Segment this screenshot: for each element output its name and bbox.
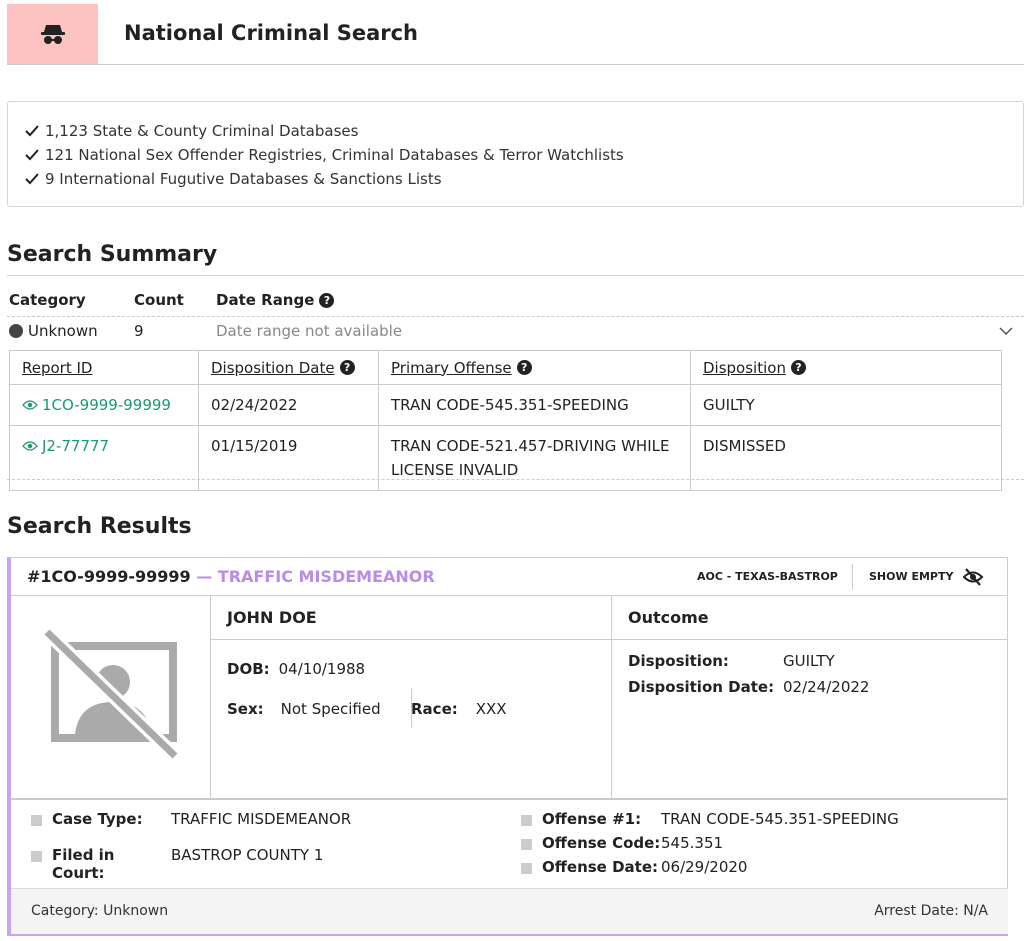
report-link[interactable]: 1CO-9999-99999 <box>22 393 186 417</box>
person-name: JOHN DOE <box>211 596 611 640</box>
chevron-down-icon[interactable] <box>999 326 1013 336</box>
category-label: Category: Unknown <box>31 903 169 919</box>
status-dot-icon <box>9 324 23 338</box>
card-header: #1CO-9999-99999 — TRAFFIC MISDEMEANOR AO… <box>11 558 1007 596</box>
bullet-icon <box>31 815 42 826</box>
section-title-summary: Search Summary <box>7 242 218 267</box>
column-header-report-id[interactable]: Report ID <box>9 350 199 385</box>
result-card: #1CO-9999-99999 — TRAFFIC MISDEMEANOR AO… <box>7 557 1008 936</box>
eye-slash-icon[interactable] <box>962 568 984 586</box>
help-icon[interactable]: ? <box>339 360 355 375</box>
eye-icon <box>22 400 38 410</box>
dob-field: DOB: 04/10/1988 <box>227 660 366 678</box>
column-header-disposition-date[interactable]: Disposition Date? <box>198 350 379 385</box>
disposition-date-field: Disposition Date: 02/24/2022 <box>628 678 870 696</box>
report-link[interactable]: J2-77777 <box>22 434 186 458</box>
column-header-primary-offense[interactable]: Primary Offense? <box>378 350 691 385</box>
bullet-icon <box>521 839 532 850</box>
summary-date-range: Date range not available <box>216 322 403 340</box>
table-header-row: Report ID Disposition Date? Primary Offe… <box>9 350 1002 385</box>
help-icon[interactable]: ? <box>790 360 806 375</box>
outcome-title: Outcome <box>612 596 1008 640</box>
incognito-icon <box>7 4 98 64</box>
bullet-icon <box>521 863 532 874</box>
reports-table: Report ID Disposition Date? Primary Offe… <box>9 350 1002 491</box>
source-label: AOC - TEXAS-BASTROP <box>697 570 838 583</box>
page-title: National Criminal Search <box>124 21 419 45</box>
checkmark-icon <box>25 149 39 161</box>
person-panel: JOHN DOE DOB: 04/10/1988 Sex: Not Specifie… <box>211 596 612 799</box>
cell-disposition: DISMISSED <box>690 425 1002 491</box>
divider <box>7 316 1024 317</box>
page-header: National Criminal Search <box>7 4 1024 65</box>
cell-offense: TRAN CODE-545.351-SPEEDING <box>378 384 691 426</box>
divider <box>7 479 1024 480</box>
column-header-disposition[interactable]: Disposition? <box>690 350 1002 385</box>
list-item: 121 National Sex Offender Registries, Cr… <box>25 143 1023 167</box>
cell-date: 02/24/2022 <box>198 384 379 426</box>
help-icon[interactable]: ? <box>516 360 532 375</box>
list-item: 9 International Fugutive Databases & San… <box>25 167 1023 191</box>
arrest-date-label: Arrest Date: N/A <box>874 903 988 919</box>
divider <box>852 564 853 590</box>
outcome-panel: Outcome Disposition: GUILTY Disposition D… <box>612 596 1008 799</box>
cell-offense: TRAN CODE-521.457-DRIVING WHILE LICENSE … <box>378 425 691 491</box>
offense-field: Offense #1: TRAN CODE-545.351-SPEEDING <box>521 810 899 828</box>
databases-list: 1,123 State & County Criminal Databases … <box>7 101 1024 207</box>
header-category: Category <box>9 291 86 309</box>
disposition-field: Disposition: GUILTY <box>628 652 835 670</box>
case-details: Case Type: TRAFFIC MISDEMEANOR Filed in C… <box>11 798 1008 888</box>
summary-category: Unknown <box>9 322 98 340</box>
case-id: #1CO-9999-99999 — TRAFFIC MISDEMEANOR <box>27 567 435 586</box>
no-image-icon <box>42 626 180 762</box>
table-row: 1CO-9999-99999 02/24/2022 TRAN CODE-545.… <box>9 384 1002 426</box>
sex-field: Sex: Not Specified <box>227 700 381 718</box>
table-row: J2-77777 01/15/2019 TRAN CODE-521.457-DR… <box>9 425 1002 491</box>
case-type-heading: — TRAFFIC MISDEMEANOR <box>190 567 435 586</box>
checkmark-icon <box>25 173 39 185</box>
offense-date-field: Offense Date: 06/29/2020 <box>521 858 747 876</box>
cell-disposition: GUILTY <box>690 384 1002 426</box>
divider <box>7 275 1024 276</box>
help-icon[interactable]: ? <box>319 292 335 308</box>
court-field: Filed in Court: BASTROP COUNTY 1 <box>31 846 323 882</box>
photo-placeholder <box>11 596 211 799</box>
bullet-icon <box>31 851 42 862</box>
eye-icon <box>22 441 38 451</box>
header-date-range: Date Range ? <box>216 291 335 309</box>
race-field: Race: XXX <box>411 700 507 718</box>
bullet-icon <box>521 815 532 826</box>
list-item: 1,123 State & County Criminal Databases <box>25 119 1023 143</box>
show-empty-toggle[interactable]: SHOW EMPTY <box>869 570 953 583</box>
summary-count: 9 <box>134 322 144 340</box>
checkmark-icon <box>25 125 39 137</box>
header-count: Count <box>134 291 184 309</box>
offense-code-field: Offense Code: 545.351 <box>521 834 723 852</box>
section-title-results: Search Results <box>7 514 192 539</box>
card-footer: Category: Unknown Arrest Date: N/A <box>11 888 1008 934</box>
case-type-field: Case Type: TRAFFIC MISDEMEANOR <box>31 810 351 828</box>
cell-date: 01/15/2019 <box>198 425 379 491</box>
